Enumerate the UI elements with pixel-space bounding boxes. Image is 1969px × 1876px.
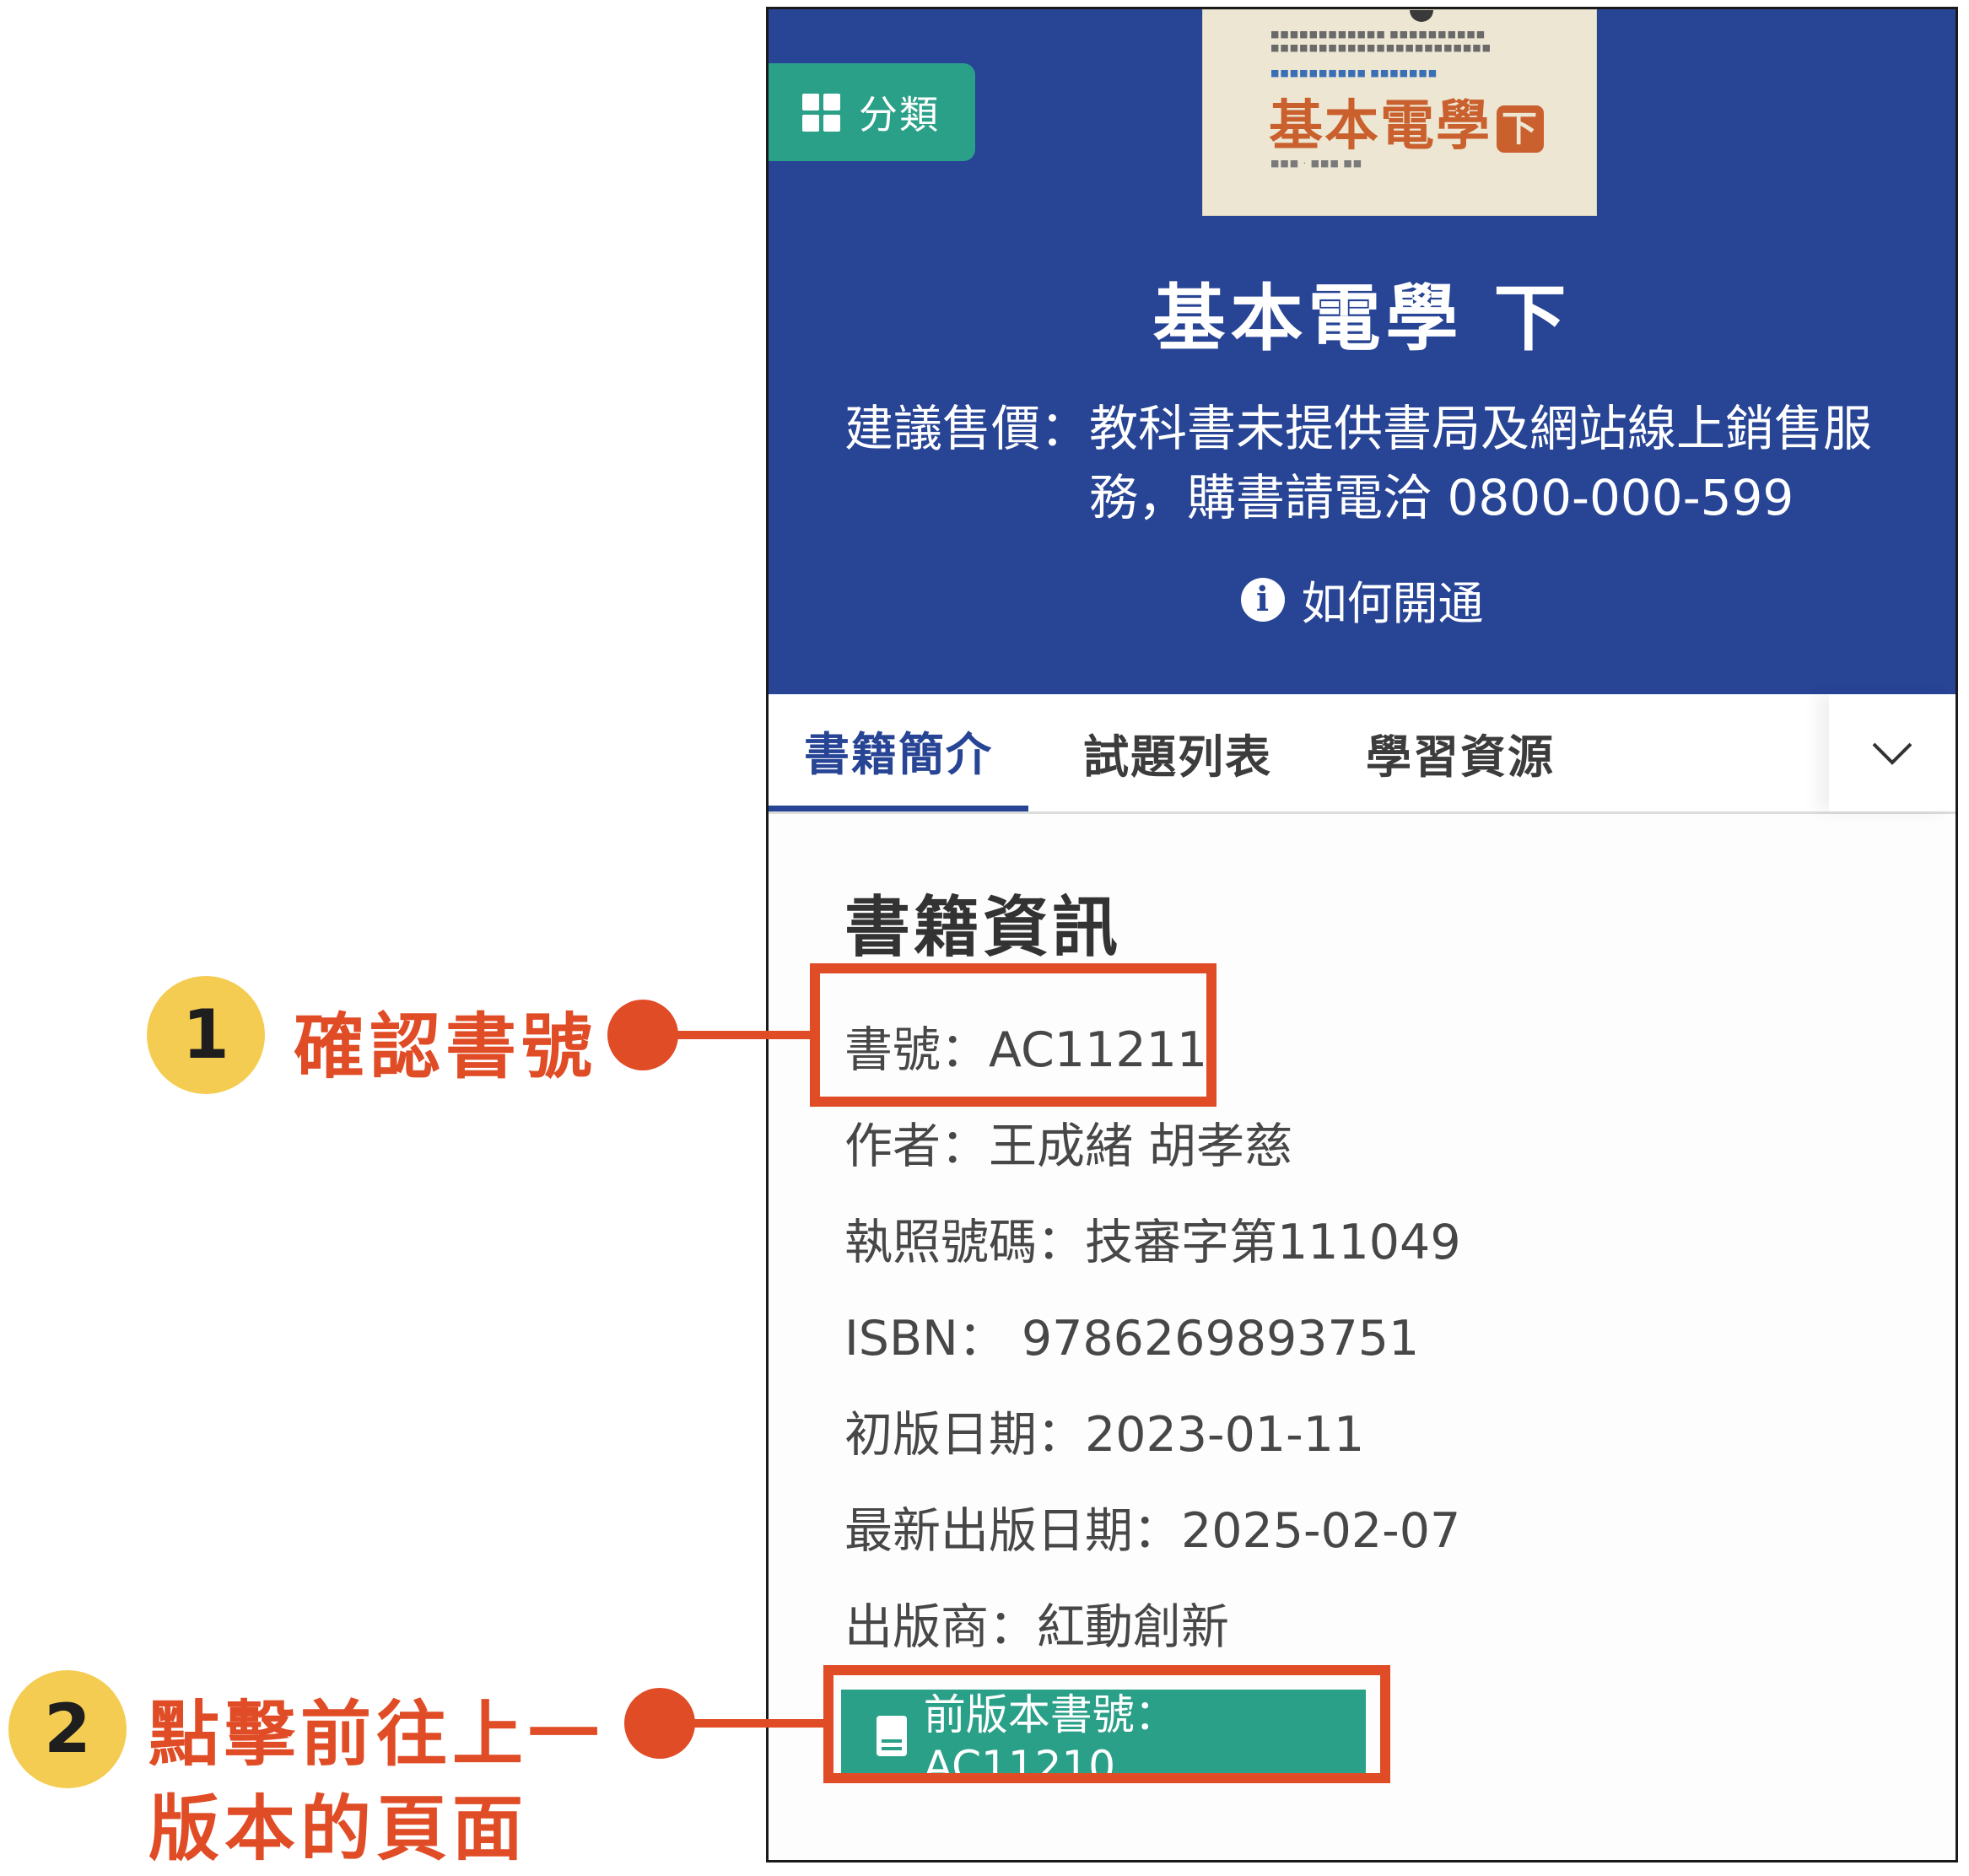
- step-2-label: 點擊前往上一 版本的頁面: [148, 1687, 604, 1876]
- category-button-label: 分類: [859, 92, 940, 137]
- price-value: 教科書未提供書局及網站線上銷售服務，購書請電洽 0800-000-599: [1089, 400, 1873, 526]
- tab-learning-resources[interactable]: 學習資源: [1351, 694, 1570, 811]
- tab-more-button[interactable]: [1829, 694, 1956, 811]
- connector-dot: [624, 1688, 695, 1759]
- isbn: ISBN： 9786269893751: [844, 1311, 1420, 1367]
- book-authors: 作者：王成緒 胡孝慈: [844, 1119, 1293, 1174]
- book-number: 書號：AC11211: [844, 1022, 1208, 1078]
- step-2-label-line-1: 點擊前往上一: [148, 1693, 605, 1776]
- cover-fine-print: ■■■■■■■■■■■■■■■■■■■■■■■: [1270, 42, 1492, 53]
- tab-question-list[interactable]: 試題列表: [1072, 694, 1283, 811]
- cover-volume-badge: 下: [1497, 105, 1544, 154]
- suggested-price: 建議售價： 教科書未提供書局及網站線上銷售服務，購書請電洽 0800-000-5…: [844, 394, 1933, 532]
- chevron-down-icon: [1872, 742, 1912, 765]
- book-info-heading: 書籍資訊: [844, 890, 1122, 966]
- cover-title: 基本電學下: [1269, 83, 1544, 160]
- connector-dot: [607, 1000, 678, 1070]
- how-to-activate-link[interactable]: i 如何開通: [769, 566, 1956, 633]
- previous-edition-label: 前版本書號：AC11210: [923, 1690, 1177, 1791]
- tab-book-intro[interactable]: 書籍簡介: [769, 694, 1028, 811]
- info-icon: i: [1240, 577, 1285, 622]
- book-cover-image: ■■■■■■■■■■■■ ■■■■■■■■■■ ■■■■■■■■■■■■■■■■…: [1202, 9, 1597, 216]
- step-1-badge: 1: [147, 976, 265, 1094]
- step-2-label-line-2: 版本的頁面: [148, 1787, 529, 1870]
- step-2-badge: 2: [8, 1670, 127, 1788]
- latest-publish-date: 最新出版日期：2025-02-07: [844, 1503, 1461, 1559]
- tab-bar: 書籍簡介 試題列表 學習資源: [769, 694, 1956, 814]
- license-number: 執照號碼：技審字第111049: [844, 1215, 1461, 1270]
- publisher: 出版商：紅動創新: [844, 1599, 1229, 1655]
- previous-edition-button[interactable]: 前版本書號：AC11210: [841, 1690, 1366, 1791]
- how-to-activate-label: 如何開通: [1301, 577, 1484, 630]
- book-header: ■■■■■■■■■■■■ ■■■■■■■■■■ ■■■■■■■■■■■■■■■■…: [769, 9, 1956, 694]
- cover-authors: ■■■ · ■■■ ■■: [1270, 158, 1363, 169]
- cover-fine-print: ■■■■■■■■■■■■ ■■■■■■■■■■: [1270, 29, 1486, 40]
- grid-icon: [802, 93, 840, 132]
- book-icon: [877, 1716, 907, 1756]
- category-button[interactable]: 分類: [769, 63, 975, 161]
- cover-subtitle: ■■■■■■■■■■ ■■■■■■■: [1270, 67, 1438, 78]
- book-title: 基本電學 下: [1152, 277, 1572, 361]
- first-edition-date: 初版日期：2023-01-11: [844, 1407, 1365, 1463]
- cover-decoration: [1410, 10, 1433, 22]
- step-1-label: 確認書號: [294, 1005, 598, 1088]
- phone-screen: ■■■■■■■■■■■■ ■■■■■■■■■■ ■■■■■■■■■■■■■■■■…: [766, 7, 1958, 1863]
- cover-title-text: 基本電學: [1269, 95, 1492, 158]
- price-label: 建議售價：: [844, 400, 1090, 457]
